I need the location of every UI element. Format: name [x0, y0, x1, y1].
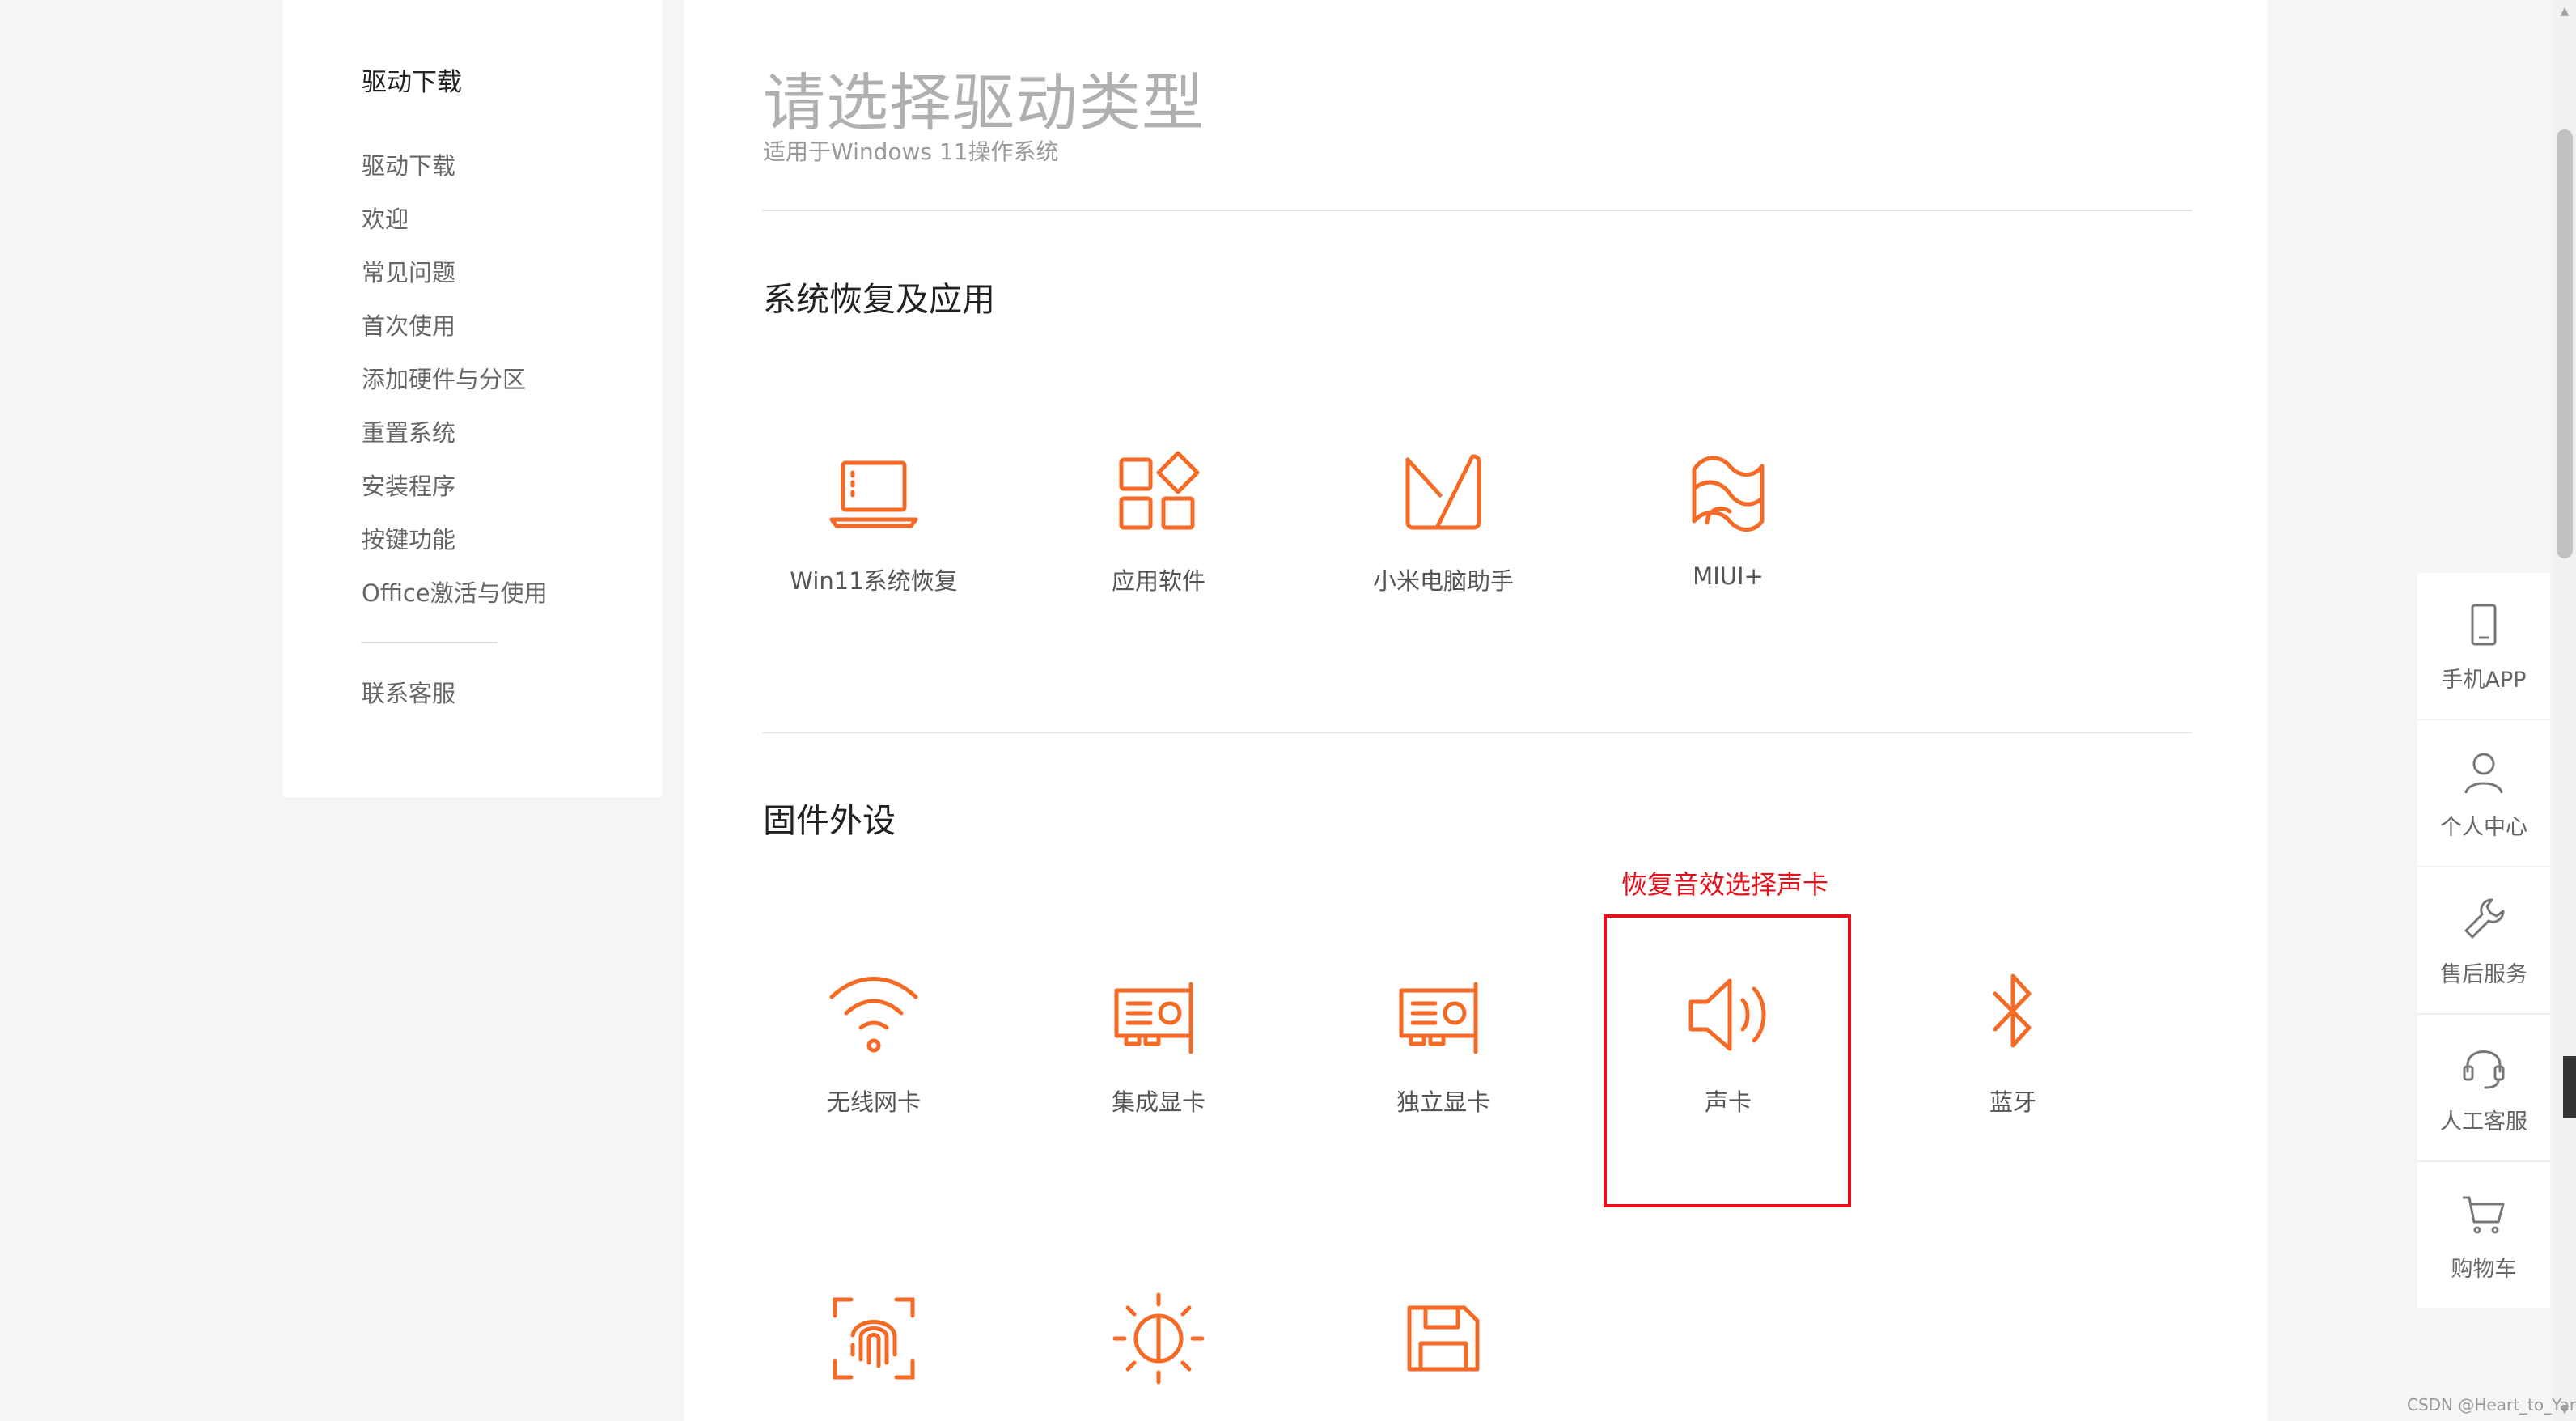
bluetooth-icon — [1964, 966, 2061, 1063]
tile-bluetooth[interactable]: 蓝牙 — [1892, 966, 2134, 1193]
sidebar-item-driver-download[interactable]: 驱动下载 — [362, 147, 455, 181]
tile-label: MIUI+ — [1693, 562, 1764, 590]
sidebar-item-keys[interactable]: 按键功能 — [362, 521, 455, 555]
tile-label: Win11系统恢复 — [790, 567, 958, 595]
tile-win11-recovery[interactable]: Win11系统恢复 — [752, 445, 995, 672]
user-icon — [2459, 748, 2508, 796]
section-title-system: 系统恢复及应用 — [763, 280, 995, 319]
section-title-firmware: 固件外设 — [763, 801, 896, 840]
tile-label: 应用软件 — [1111, 567, 1205, 595]
toolbar-label: 个人中心 — [2440, 815, 2527, 840]
right-toolbar: 手机APP 个人中心 售后服务 人工客服 购物车 — [2417, 573, 2550, 1308]
phone-icon — [2459, 600, 2508, 649]
mi-assistant-icon — [1395, 445, 1492, 542]
scroll-up-icon[interactable]: ▲ — [2553, 0, 2576, 23]
tile-fingerprint[interactable] — [752, 1290, 995, 1411]
fingerprint-icon — [825, 1290, 922, 1387]
floppy-disk-icon — [1395, 1290, 1492, 1387]
page-subtitle: 适用于Windows 11操作系统 — [763, 138, 1059, 165]
toolbar-label: 手机APP — [2441, 668, 2527, 693]
sidebar-item-contact[interactable]: 联系客服 — [362, 675, 455, 709]
side-tab[interactable] — [2563, 1056, 2576, 1118]
scroll-thumb[interactable] — [2557, 129, 2573, 558]
tile-brightness[interactable] — [1037, 1290, 1280, 1411]
laptop-icon — [825, 445, 922, 542]
toolbar-item-support[interactable]: 人工客服 — [2417, 1015, 2550, 1162]
toolbar-label: 购物车 — [2451, 1257, 2517, 1282]
tile-discrete-graphics[interactable]: 独立显卡 — [1322, 966, 1565, 1193]
headset-icon — [2459, 1042, 2508, 1091]
sidebar-item-install[interactable]: 安装程序 — [362, 468, 455, 502]
sidebar-item-add-hardware[interactable]: 添加硬件与分区 — [362, 361, 526, 395]
miui-plus-icon — [1680, 445, 1777, 542]
brightness-icon — [1110, 1290, 1207, 1387]
tile-label: 集成显卡 — [1111, 1088, 1205, 1116]
graphics-card-icon — [1395, 966, 1492, 1063]
watermark: CSDN @Heart_to_Yang — [2407, 1395, 2576, 1415]
wrench-icon — [2459, 895, 2508, 944]
cart-icon — [2459, 1190, 2508, 1238]
toolbar-item-profile[interactable]: 个人中心 — [2417, 720, 2550, 867]
toolbar-item-app[interactable]: 手机APP — [2417, 573, 2550, 720]
sidebar-item-faq[interactable]: 常见问题 — [362, 254, 455, 288]
sidebar: 驱动下载 驱动下载 欢迎 常见问题 首次使用 添加硬件与分区 重置系统 安装程序… — [283, 0, 662, 797]
divider — [763, 732, 2192, 733]
toolbar-label: 售后服务 — [2440, 962, 2527, 987]
main-panel: 请选择驱动类型 适用于Windows 11操作系统 系统恢复及应用 Win11系… — [684, 0, 2267, 1421]
sidebar-item-first-use[interactable]: 首次使用 — [362, 308, 455, 341]
sidebar-item-office[interactable]: Office激活与使用 — [362, 575, 548, 609]
apps-icon — [1110, 445, 1207, 542]
annotation-text: 恢复音效选择声卡 — [1621, 869, 1829, 900]
tile-label: 无线网卡 — [826, 1088, 921, 1116]
tile-miui-plus[interactable]: MIUI+ — [1607, 445, 1849, 672]
wifi-icon — [825, 966, 922, 1063]
sidebar-title: 驱动下载 — [362, 68, 462, 97]
tile-label: 蓝牙 — [1989, 1088, 2036, 1116]
tile-apps[interactable]: 应用软件 — [1037, 445, 1280, 672]
tile-label: 小米电脑助手 — [1372, 567, 1514, 595]
sidebar-item-reset-system[interactable]: 重置系统 — [362, 414, 455, 448]
sidebar-item-welcome[interactable]: 欢迎 — [362, 201, 409, 235]
divider — [763, 210, 2192, 211]
toolbar-label: 人工客服 — [2440, 1109, 2527, 1135]
tile-label: 独立显卡 — [1396, 1088, 1490, 1116]
page-title: 请选择驱动类型 — [763, 68, 1205, 140]
tile-wireless-card[interactable]: 无线网卡 — [752, 966, 995, 1193]
toolbar-item-cart[interactable]: 购物车 — [2417, 1162, 2550, 1308]
graphics-card-icon — [1110, 966, 1207, 1063]
scrollbar[interactable]: ▲ ▼ — [2553, 0, 2576, 1421]
annotation-highlight-box — [1604, 914, 1851, 1207]
tile-integrated-graphics[interactable]: 集成显卡 — [1037, 966, 1280, 1193]
tile-storage[interactable] — [1322, 1290, 1565, 1411]
toolbar-item-service[interactable]: 售后服务 — [2417, 867, 2550, 1015]
sidebar-divider — [362, 642, 498, 643]
tile-mi-assistant[interactable]: 小米电脑助手 — [1322, 445, 1565, 672]
